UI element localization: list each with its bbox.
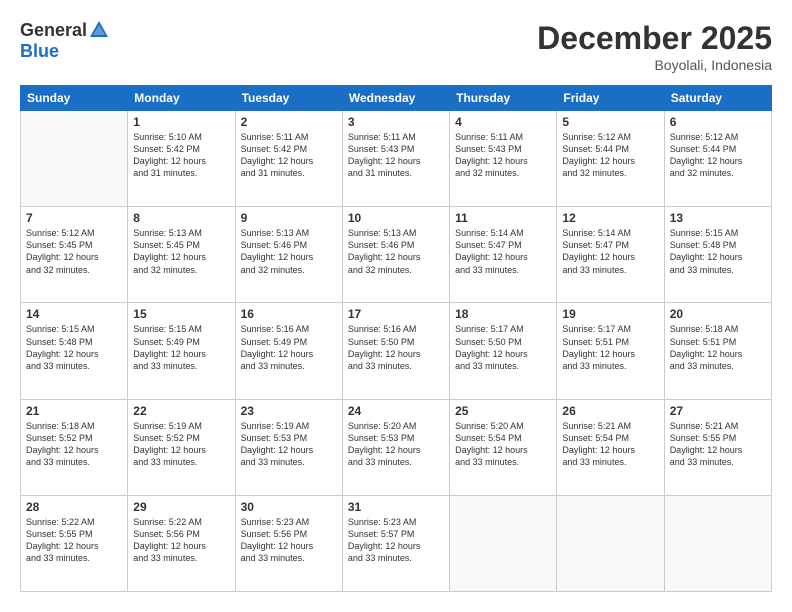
header: General Blue December 2025 Boyolali, Ind… xyxy=(20,20,772,73)
table-row: 30Sunrise: 5:23 AM Sunset: 5:56 PM Dayli… xyxy=(235,495,342,591)
table-row: 10Sunrise: 5:13 AM Sunset: 5:46 PM Dayli… xyxy=(342,207,449,303)
table-row: 19Sunrise: 5:17 AM Sunset: 5:51 PM Dayli… xyxy=(557,303,664,399)
table-row: 2Sunrise: 5:11 AM Sunset: 5:42 PM Daylig… xyxy=(235,111,342,207)
table-row: 23Sunrise: 5:19 AM Sunset: 5:53 PM Dayli… xyxy=(235,399,342,495)
month-year: December 2025 xyxy=(537,20,772,57)
table-row: 14Sunrise: 5:15 AM Sunset: 5:48 PM Dayli… xyxy=(21,303,128,399)
calendar-header-row: Sunday Monday Tuesday Wednesday Thursday… xyxy=(21,86,772,111)
table-row xyxy=(557,495,664,591)
col-sunday: Sunday xyxy=(21,86,128,111)
logo-general: General xyxy=(20,20,87,41)
table-row: 5Sunrise: 5:12 AM Sunset: 5:44 PM Daylig… xyxy=(557,111,664,207)
logo-line1: General xyxy=(20,20,110,41)
table-row: 21Sunrise: 5:18 AM Sunset: 5:52 PM Dayli… xyxy=(21,399,128,495)
table-row: 31Sunrise: 5:23 AM Sunset: 5:57 PM Dayli… xyxy=(342,495,449,591)
table-row: 12Sunrise: 5:14 AM Sunset: 5:47 PM Dayli… xyxy=(557,207,664,303)
location: Boyolali, Indonesia xyxy=(537,57,772,73)
table-row: 28Sunrise: 5:22 AM Sunset: 5:55 PM Dayli… xyxy=(21,495,128,591)
table-row: 25Sunrise: 5:20 AM Sunset: 5:54 PM Dayli… xyxy=(450,399,557,495)
table-row xyxy=(664,495,771,591)
table-row: 4Sunrise: 5:11 AM Sunset: 5:43 PM Daylig… xyxy=(450,111,557,207)
table-row: 18Sunrise: 5:17 AM Sunset: 5:50 PM Dayli… xyxy=(450,303,557,399)
table-row: 17Sunrise: 5:16 AM Sunset: 5:50 PM Dayli… xyxy=(342,303,449,399)
title-block: December 2025 Boyolali, Indonesia xyxy=(537,20,772,73)
table-row: 22Sunrise: 5:19 AM Sunset: 5:52 PM Dayli… xyxy=(128,399,235,495)
table-row: 8Sunrise: 5:13 AM Sunset: 5:45 PM Daylig… xyxy=(128,207,235,303)
table-row: 26Sunrise: 5:21 AM Sunset: 5:54 PM Dayli… xyxy=(557,399,664,495)
table-row: 29Sunrise: 5:22 AM Sunset: 5:56 PM Dayli… xyxy=(128,495,235,591)
table-row: 13Sunrise: 5:15 AM Sunset: 5:48 PM Dayli… xyxy=(664,207,771,303)
col-tuesday: Tuesday xyxy=(235,86,342,111)
table-row: 9Sunrise: 5:13 AM Sunset: 5:46 PM Daylig… xyxy=(235,207,342,303)
logo-blue: Blue xyxy=(20,41,59,61)
logo-icon xyxy=(88,19,110,41)
table-row: 24Sunrise: 5:20 AM Sunset: 5:53 PM Dayli… xyxy=(342,399,449,495)
calendar-table: Sunday Monday Tuesday Wednesday Thursday… xyxy=(20,85,772,592)
col-monday: Monday xyxy=(128,86,235,111)
table-row: 1Sunrise: 5:10 AM Sunset: 5:42 PM Daylig… xyxy=(128,111,235,207)
table-row: 20Sunrise: 5:18 AM Sunset: 5:51 PM Dayli… xyxy=(664,303,771,399)
col-friday: Friday xyxy=(557,86,664,111)
logo-text: General Blue xyxy=(20,20,110,62)
table-row: 6Sunrise: 5:12 AM Sunset: 5:44 PM Daylig… xyxy=(664,111,771,207)
table-row: 11Sunrise: 5:14 AM Sunset: 5:47 PM Dayli… xyxy=(450,207,557,303)
table-row: 16Sunrise: 5:16 AM Sunset: 5:49 PM Dayli… xyxy=(235,303,342,399)
col-thursday: Thursday xyxy=(450,86,557,111)
col-saturday: Saturday xyxy=(664,86,771,111)
page: General Blue December 2025 Boyolali, Ind… xyxy=(0,0,792,612)
logo-line2: Blue xyxy=(20,41,110,62)
table-row: 15Sunrise: 5:15 AM Sunset: 5:49 PM Dayli… xyxy=(128,303,235,399)
table-row: 7Sunrise: 5:12 AM Sunset: 5:45 PM Daylig… xyxy=(21,207,128,303)
col-wednesday: Wednesday xyxy=(342,86,449,111)
logo: General Blue xyxy=(20,20,110,62)
table-row xyxy=(21,111,128,207)
table-row: 3Sunrise: 5:11 AM Sunset: 5:43 PM Daylig… xyxy=(342,111,449,207)
table-row: 27Sunrise: 5:21 AM Sunset: 5:55 PM Dayli… xyxy=(664,399,771,495)
table-row xyxy=(450,495,557,591)
